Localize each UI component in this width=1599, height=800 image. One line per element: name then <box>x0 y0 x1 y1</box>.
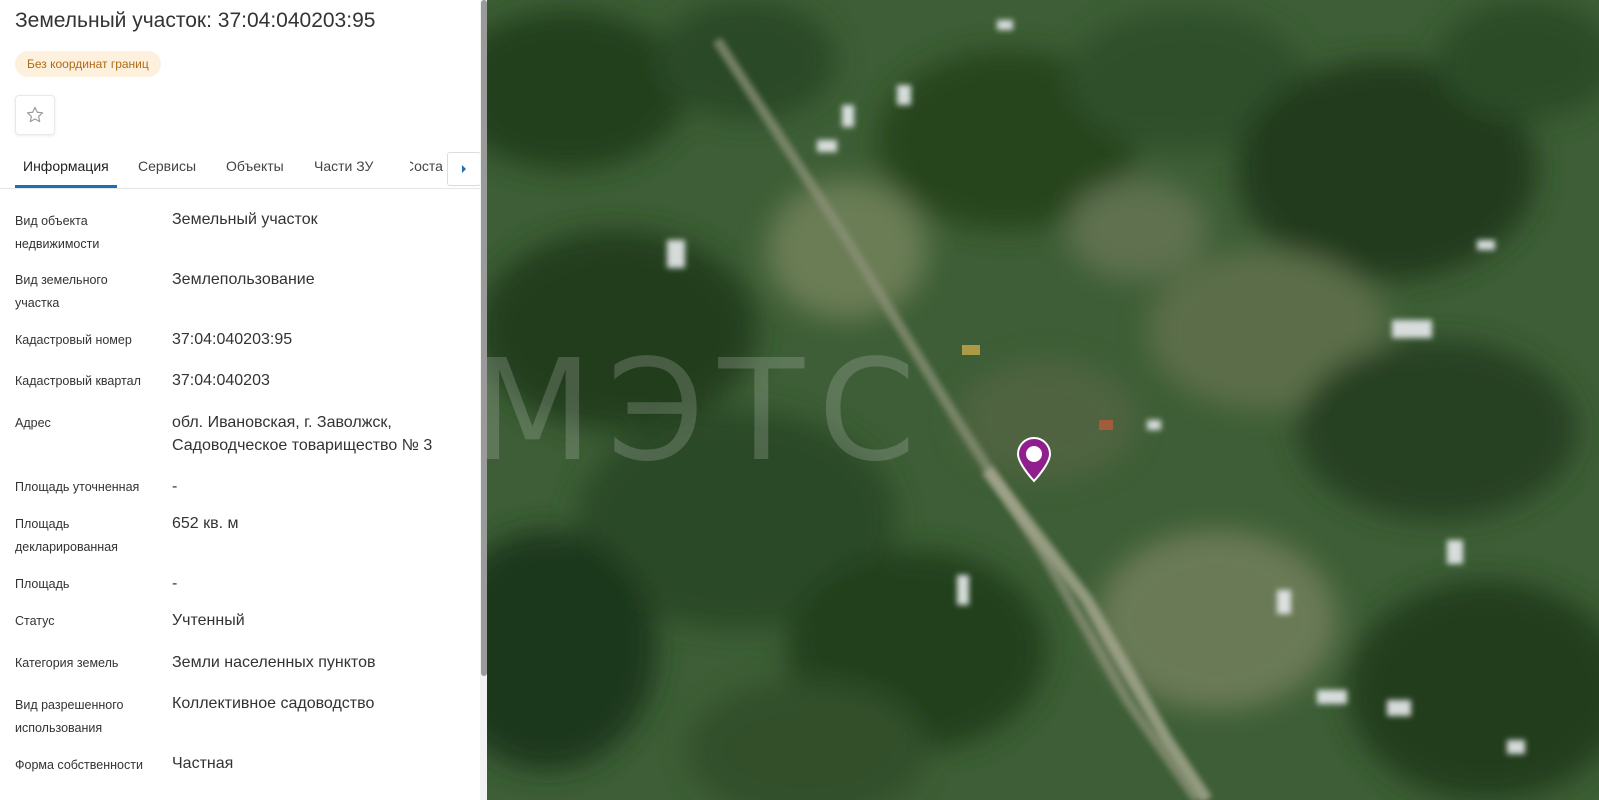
property-value: 652 кв. м <box>172 515 239 532</box>
property-label: Площадь уточненная <box>15 480 140 494</box>
property-value: - <box>172 478 178 495</box>
property-label: Категория земель <box>15 656 119 670</box>
property-label: Форма собственности <box>15 758 143 772</box>
tab-bar: Информация Сервисы Объекты Части ЗУ Сост… <box>0 146 480 189</box>
property-value: Частная <box>172 755 234 772</box>
property-label: Вид разрешенного использования <box>15 698 124 735</box>
map-marker-icon <box>1016 437 1052 483</box>
star-icon <box>26 106 44 123</box>
property-value: 37:04:040203 <box>172 372 270 389</box>
page-title: Земельный участок: 37:04:040203:95 <box>15 9 376 32</box>
property-label: Кадастровый квартал <box>15 374 141 388</box>
tab-objects[interactable]: Объекты <box>226 146 284 186</box>
chevron-right-icon <box>462 165 466 173</box>
favorite-button[interactable] <box>15 95 55 135</box>
property-label: Площадь декларированная <box>15 517 118 554</box>
property-value: Земельный участок <box>172 211 318 228</box>
tab-composition[interactable]: Соста <box>410 146 443 186</box>
tab-services[interactable]: Сервисы <box>138 146 196 186</box>
map-view[interactable]: МЭТС <box>487 0 1599 800</box>
property-label: Площадь <box>15 577 70 591</box>
property-label: Кадастровый номер <box>15 333 132 347</box>
property-value: 37:04:040203:95 <box>172 331 293 348</box>
tab-information[interactable]: Информация <box>23 146 109 186</box>
tab-land-parts[interactable]: Части ЗУ <box>314 146 373 186</box>
property-label: Вид земельного участка <box>15 273 108 310</box>
property-value: Земли населенных пунктов <box>172 654 376 671</box>
property-value: - <box>172 575 178 592</box>
property-label: Статус <box>15 614 55 628</box>
status-badge: Без координат границ <box>15 51 161 77</box>
property-value: Землепользование <box>172 271 315 288</box>
property-value: обл. Ивановская, г. Заволжск, Садоводчес… <box>172 414 433 454</box>
property-value: Учтенный <box>172 612 245 629</box>
info-panel: Земельный участок: 37:04:040203:95 Без к… <box>0 0 487 800</box>
property-label: Вид объекта недвижимости <box>15 214 100 251</box>
map-watermark: МЭТС <box>487 330 930 493</box>
property-value: Коллективное садоводство <box>172 695 375 712</box>
property-label: Адрес <box>15 416 51 430</box>
tabs-scroll-right-button[interactable] <box>447 152 481 186</box>
active-tab-indicator <box>15 185 117 188</box>
